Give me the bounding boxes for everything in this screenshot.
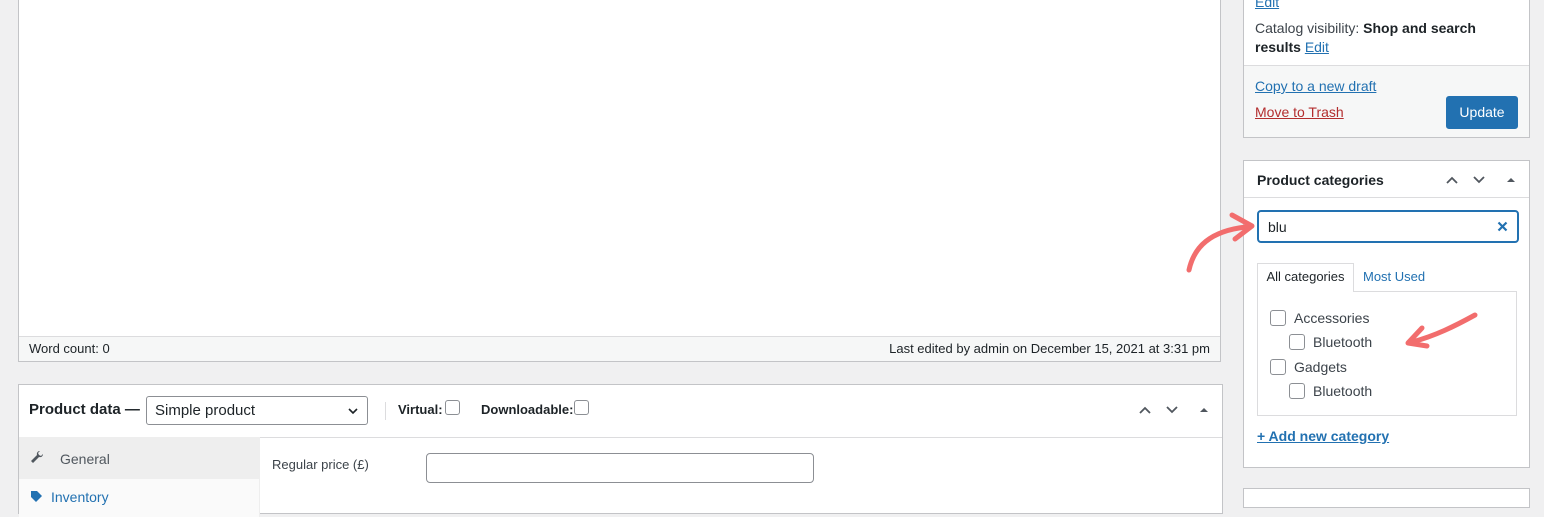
category-checkbox[interactable] [1270,359,1286,375]
tab-general[interactable]: General [19,437,259,479]
category-item-bluetooth[interactable]: Bluetooth [1289,383,1372,399]
last-edited: Last edited by admin on December 15, 202… [889,341,1210,356]
category-checkbox[interactable] [1270,310,1286,326]
annotation-arrow-icon [1186,212,1255,273]
copy-to-draft-link[interactable]: Copy to a new draft [1255,78,1376,94]
publish-actions: Copy to a new draft Move to Trash Update [1244,65,1529,137]
product-categories-title: Product categories [1257,172,1384,188]
publish-box: Edit Catalog visibility: Shop and search… [1243,0,1530,138]
category-item-gadgets[interactable]: Gadgets [1270,359,1347,375]
catalog-visibility-edit-link[interactable]: Edit [1305,39,1329,55]
product-data-tabs: General Inventory [19,437,260,517]
tag-icon [31,491,42,502]
product-data-header: Product data — Simple product Virtual: D… [19,385,1222,438]
category-search-value: blu [1268,219,1287,235]
tab-inventory-label: Inventory [51,489,109,505]
category-label: Bluetooth [1313,334,1373,350]
regular-price-label: Regular price (£) [272,457,369,472]
tab-most-used[interactable]: Most Used [1363,269,1425,284]
move-to-trash-link[interactable]: Move to Trash [1255,104,1344,120]
category-label: Bluetooth [1313,383,1373,399]
sidebar-box [1243,488,1530,508]
chevron-down-icon[interactable] [1165,403,1179,417]
regular-price-input[interactable] [426,453,814,483]
virtual-label: Virtual: [398,402,443,417]
annotation-arrow-icon [1405,312,1478,349]
collapse-triangle-icon[interactable] [1504,173,1518,187]
product-categories-header: Product categories [1244,161,1529,198]
category-item-accessories[interactable]: Accessories [1270,310,1369,326]
category-search-input[interactable]: blu [1257,210,1519,243]
add-new-category-link[interactable]: + Add new category [1257,428,1389,444]
editor-status-bar: Word count: 0 Last edited by admin on De… [19,336,1220,361]
content-editor[interactable]: Word count: 0 Last edited by admin on De… [18,0,1221,362]
category-checkbox[interactable] [1289,334,1305,350]
edit-link[interactable]: Edit [1255,0,1279,10]
word-count: Word count: 0 [29,341,110,356]
product-categories-box: Product categories blu All categories Mo… [1243,160,1530,468]
tab-all-categories[interactable]: All categories [1257,263,1354,292]
product-type-value: Simple product [155,402,256,419]
tab-general-label: General [60,451,110,467]
wrench-icon [31,450,44,463]
product-type-select[interactable]: Simple product [146,396,368,425]
downloadable-checkbox[interactable] [574,400,589,415]
category-checkbox[interactable] [1289,383,1305,399]
update-button[interactable]: Update [1446,96,1518,129]
category-item-bluetooth[interactable]: Bluetooth [1289,334,1372,350]
product-data-title: Product data — [29,401,140,418]
catalog-visibility-label: Catalog visibility: [1255,20,1360,36]
catalog-visibility: Catalog visibility: Shop and search resu… [1255,19,1505,57]
divider [385,402,386,420]
close-icon[interactable] [1497,221,1508,232]
chevron-down-icon[interactable] [1472,173,1486,187]
chevron-up-icon[interactable] [1138,403,1152,417]
collapse-triangle-icon[interactable] [1197,403,1211,417]
tab-inventory[interactable]: Inventory [30,489,109,505]
downloadable-label: Downloadable: [481,402,574,417]
chevron-up-icon[interactable] [1445,173,1459,187]
product-data-box: Product data — Simple product Virtual: D… [18,384,1223,517]
virtual-checkbox[interactable] [445,400,460,415]
chevron-down-icon [348,408,358,415]
category-label: Gadgets [1294,359,1347,375]
category-label: Accessories [1294,310,1370,326]
